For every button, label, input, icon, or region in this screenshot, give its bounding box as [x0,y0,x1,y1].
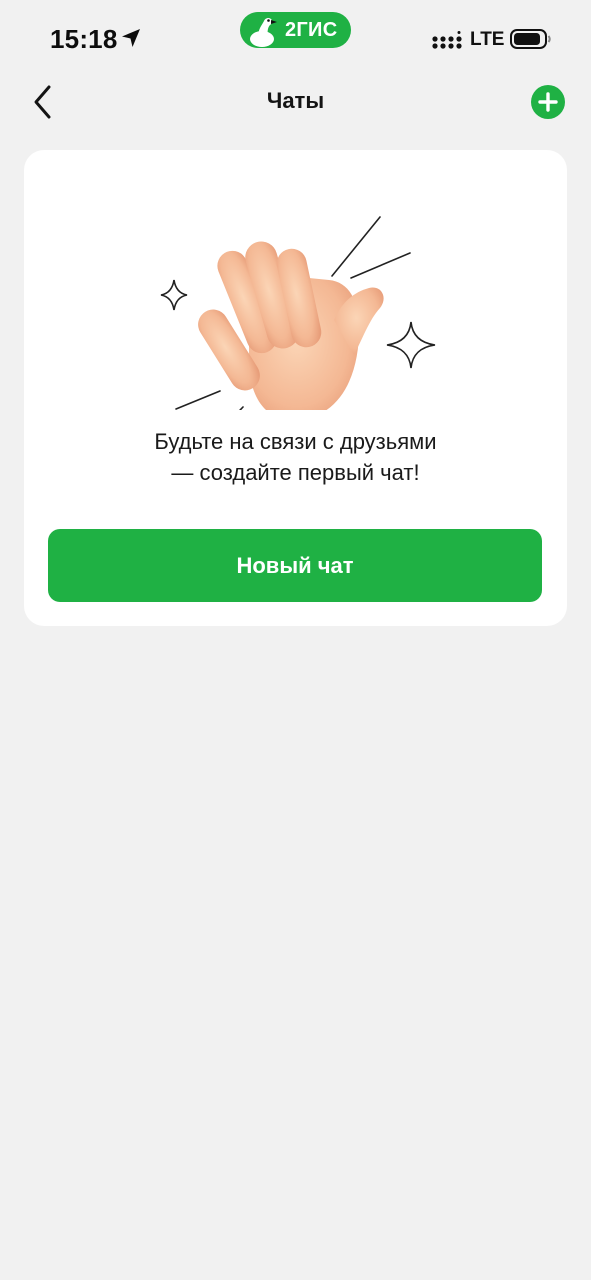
empty-state-card: Будьте на связи с друзьями — создайте пе… [24,150,567,626]
location-arrow-icon [122,29,140,47]
empty-state-line-2: — создайте первый чат! [171,460,420,485]
plus-icon [538,92,558,112]
add-chat-button[interactable] [531,85,565,119]
app-badge[interactable]: 2ГИС [240,12,351,48]
app-badge-label: 2ГИС [285,19,338,41]
battery-icon [510,29,551,49]
signal-icon [432,31,462,49]
network-label: LTE [470,29,505,50]
empty-state-line-1: Будьте на связи с друзьями [154,429,437,454]
empty-state-message: Будьте на связи с друзьями — создайте пе… [24,426,567,488]
goose-logo-icon [250,17,277,47]
new-chat-button[interactable]: Новый чат [48,529,542,602]
status-time: 15:18 [50,24,118,54]
waving-hand-icon [160,216,436,410]
status-bar: 15:18 2ГИС LTE [0,0,591,80]
page-title: Чаты [266,88,325,113]
